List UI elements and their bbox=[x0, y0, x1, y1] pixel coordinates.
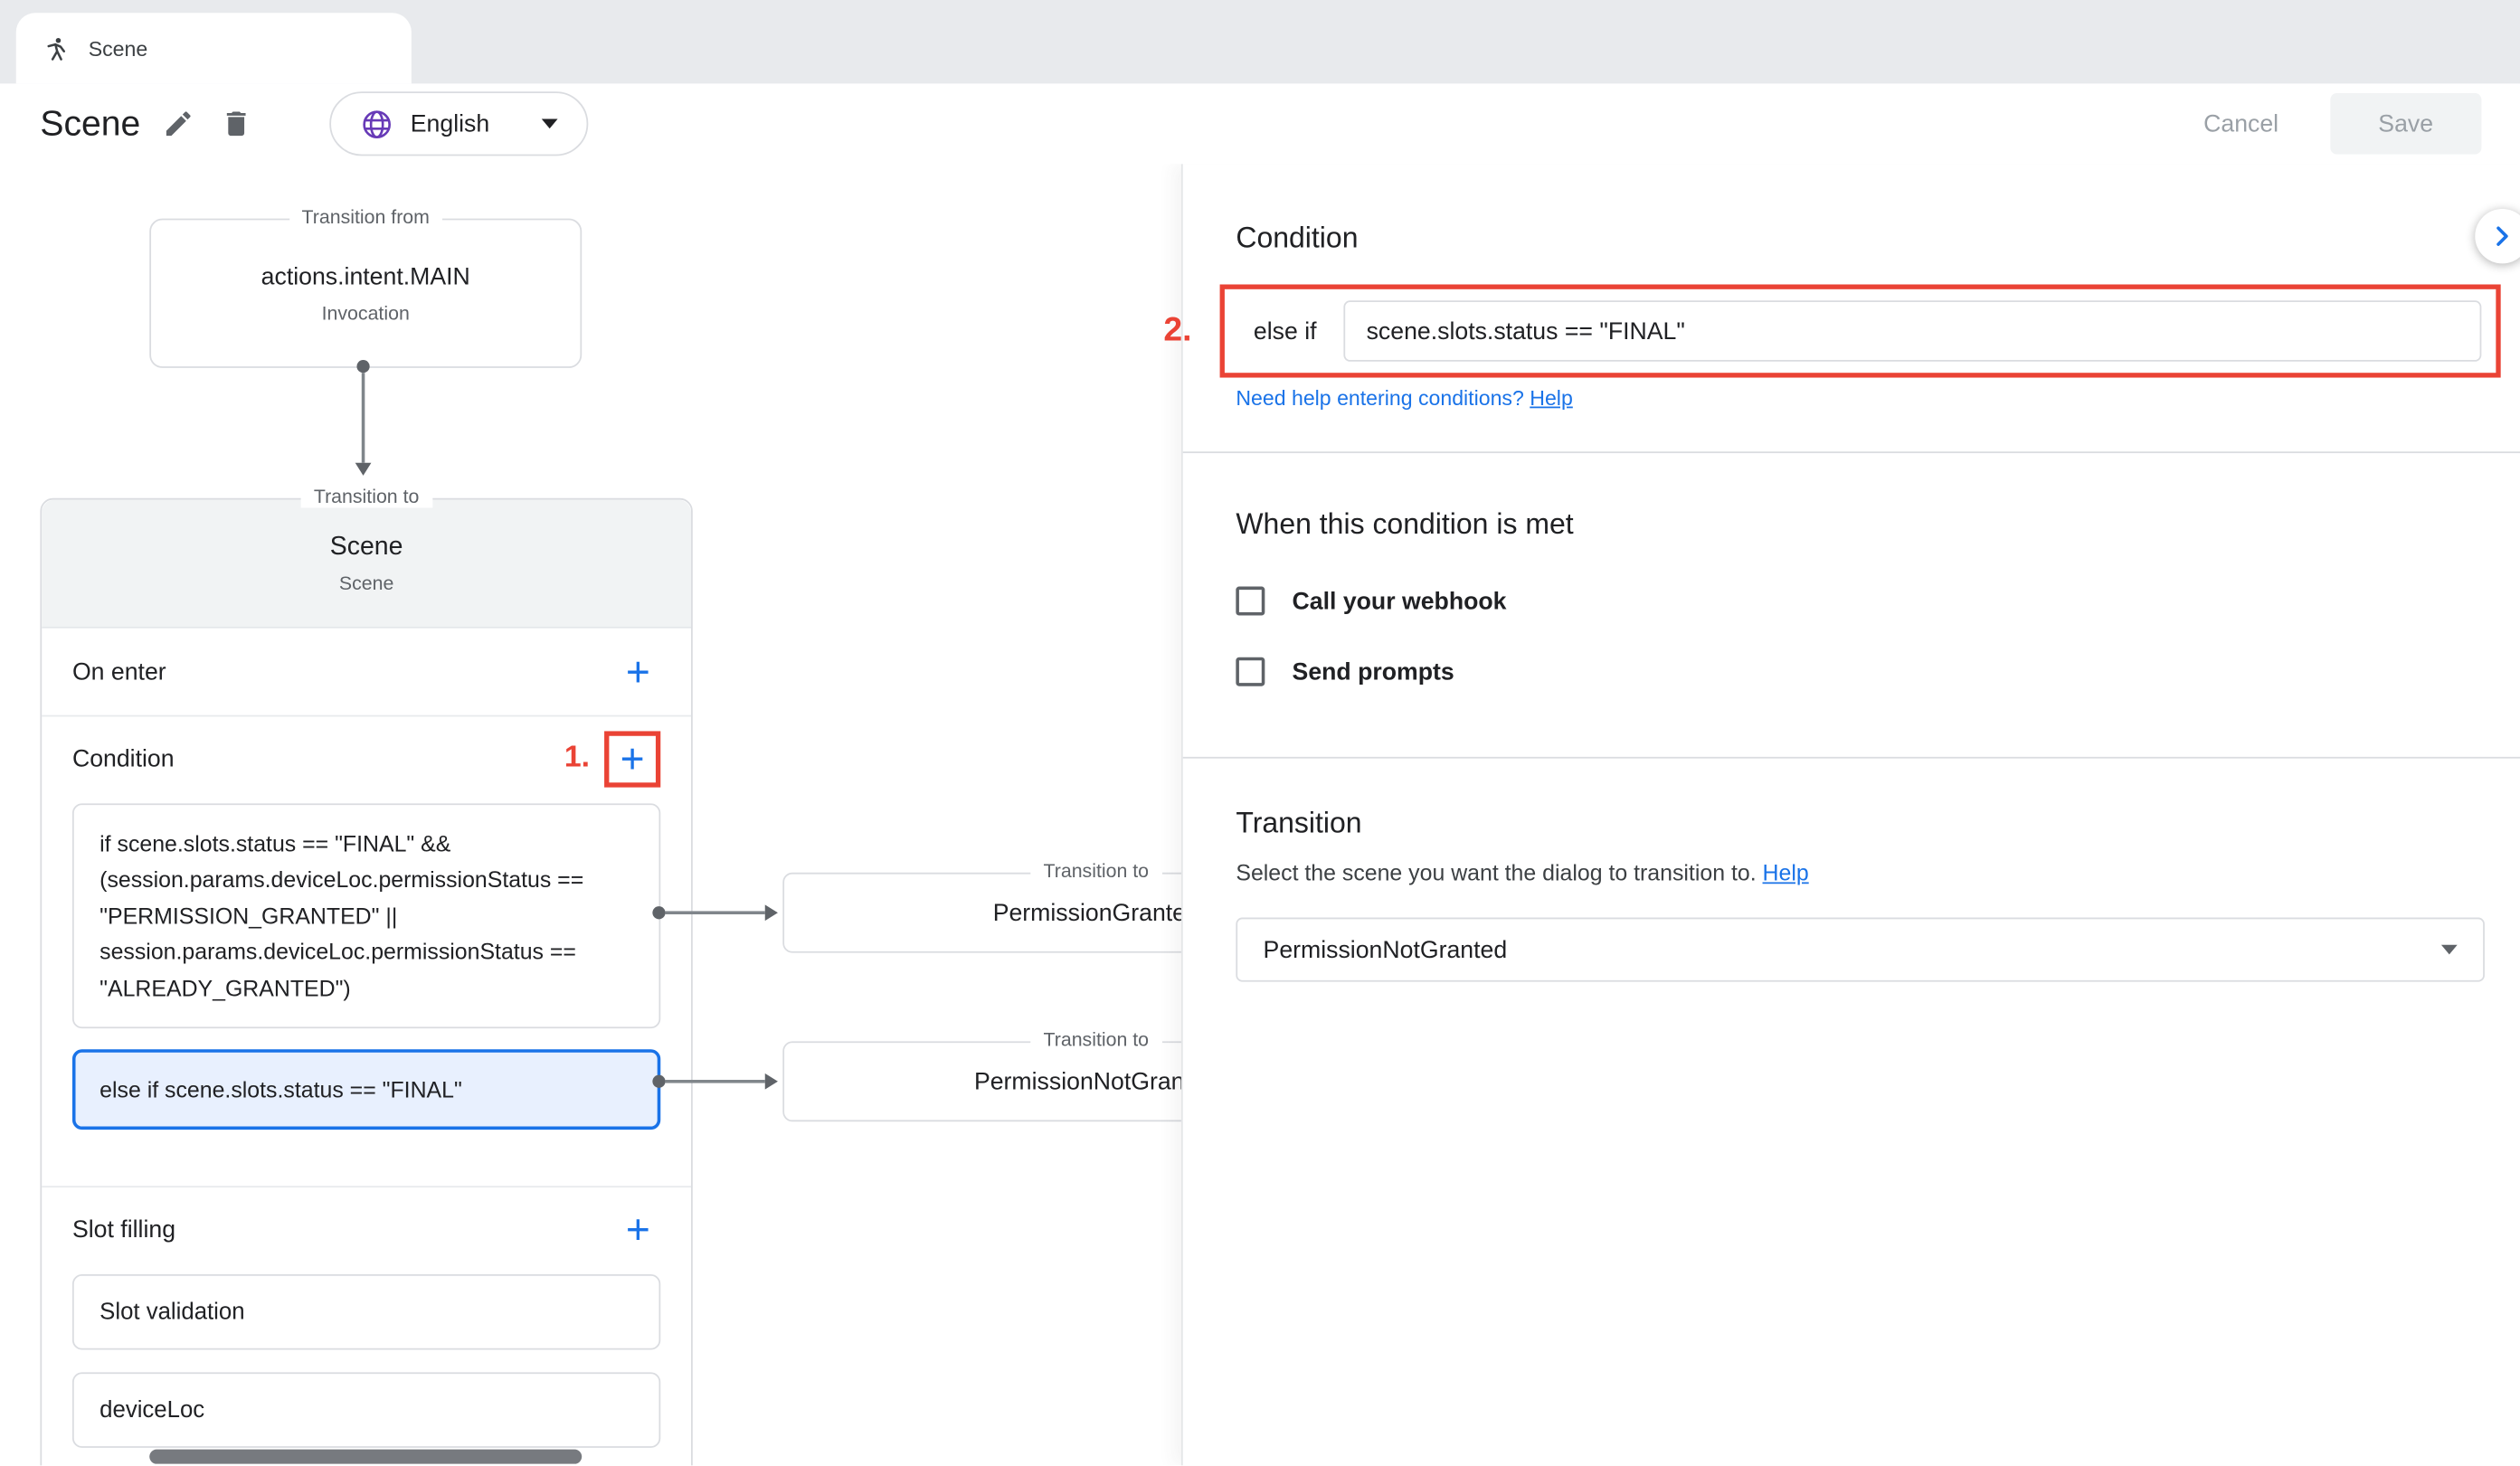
transition-from-legend: Transition from bbox=[289, 205, 442, 228]
connector-line bbox=[666, 1080, 765, 1083]
condition-section-label: Condition bbox=[72, 745, 175, 772]
trash-icon bbox=[221, 108, 253, 140]
scene-node-title: Scene bbox=[330, 533, 403, 562]
condition-help-line: Need help entering conditions? Help bbox=[1236, 385, 2485, 410]
slot-filling-label: Slot filling bbox=[72, 1216, 175, 1244]
cancel-button[interactable]: Cancel bbox=[2174, 93, 2307, 155]
connector-dot bbox=[652, 906, 665, 919]
transition-help-link[interactable]: Help bbox=[1763, 860, 1809, 885]
transition-scene-select[interactable]: PermissionNotGranted bbox=[1236, 918, 2485, 982]
page-title: Scene bbox=[40, 103, 140, 145]
edit-scene-button[interactable] bbox=[150, 95, 208, 153]
call-webhook-label: Call your webhook bbox=[1293, 587, 1507, 614]
browser-tab-scene[interactable]: Scene bbox=[16, 13, 412, 83]
globe-icon bbox=[361, 107, 394, 140]
add-condition-button[interactable]: + bbox=[610, 736, 655, 781]
main-area: Transition from actions.intent.MAIN Invo… bbox=[0, 164, 2520, 1465]
condition-help-text: Need help entering conditions? bbox=[1236, 385, 1523, 410]
condition-heading: Condition bbox=[1236, 222, 2485, 255]
scene-node-subtitle: Scene bbox=[339, 572, 393, 594]
condition-card-selected[interactable]: else if scene.slots.status == "FINAL" bbox=[72, 1049, 660, 1130]
target-legend: Transition to bbox=[1030, 1028, 1161, 1051]
transition-from-box[interactable]: Transition from actions.intent.MAIN Invo… bbox=[149, 219, 582, 368]
target-legend: Transition to bbox=[1030, 860, 1161, 883]
annotation-highlight-1: + bbox=[604, 731, 660, 787]
arrow-right-icon bbox=[765, 904, 778, 921]
actions-person-icon bbox=[42, 34, 69, 61]
actions-console-app: Scene Scene bbox=[0, 0, 2520, 1465]
transition-scene-value: PermissionNotGranted bbox=[1264, 936, 2441, 963]
condition-expression-input[interactable] bbox=[1344, 300, 2482, 362]
scene-card-header: Scene Scene bbox=[42, 500, 691, 629]
condition-editor-panel: Condition 2. else if Need help entering … bbox=[1181, 164, 2520, 1465]
annotation-step-2: 2. bbox=[1163, 312, 1191, 351]
delete-scene-button[interactable] bbox=[208, 95, 266, 153]
panel-divider bbox=[1183, 757, 2520, 759]
intent-name: actions.intent.MAIN bbox=[261, 263, 470, 290]
arrow-right-icon bbox=[765, 1073, 778, 1090]
when-met-heading: When this condition is met bbox=[1236, 507, 2485, 541]
save-button[interactable]: Save bbox=[2330, 93, 2481, 155]
annotation-highlight-2: 2. else if bbox=[1220, 284, 2501, 377]
tab-title: Scene bbox=[89, 36, 148, 61]
connector-line bbox=[666, 911, 765, 914]
connector-dot bbox=[652, 1075, 665, 1088]
call-webhook-row[interactable]: Call your webhook bbox=[1236, 587, 2485, 616]
transition-heading: Transition bbox=[1236, 807, 2485, 840]
condition-help-link[interactable]: Help bbox=[1530, 385, 1573, 410]
connector-line bbox=[362, 373, 365, 463]
condition-card-list: if scene.slots.status == "FINAL" && (ses… bbox=[42, 800, 691, 1130]
else-if-label: else if bbox=[1239, 317, 1344, 345]
add-on-enter-button[interactable]: + bbox=[616, 649, 661, 695]
browser-tabstrip: Scene bbox=[0, 0, 2520, 83]
send-prompts-row[interactable]: Send prompts bbox=[1236, 657, 2485, 686]
scene-node-card: Transition to Scene Scene On enter + Con… bbox=[40, 498, 692, 1466]
connector-dot bbox=[356, 360, 369, 373]
target-name: PermissionGranted bbox=[993, 899, 1199, 926]
transition-hint: Select the scene you want the dialog to … bbox=[1236, 860, 2485, 885]
intent-subtitle: Invocation bbox=[322, 301, 410, 324]
slot-card[interactable]: deviceLoc bbox=[72, 1373, 660, 1449]
canvas-horizontal-scrollbar[interactable] bbox=[149, 1450, 582, 1464]
send-prompts-label: Send prompts bbox=[1293, 658, 1454, 686]
condition-section: Condition 1. + bbox=[42, 716, 691, 799]
slot-filling-section: Slot filling + bbox=[42, 1188, 691, 1272]
send-prompts-checkbox[interactable] bbox=[1236, 657, 1265, 686]
chevron-down-icon bbox=[541, 118, 557, 128]
on-enter-label: On enter bbox=[72, 658, 166, 686]
annotation-step-1: 1. bbox=[564, 741, 590, 776]
slot-card-list: Slot validation deviceLoc bbox=[42, 1272, 691, 1448]
transition-hint-text: Select the scene you want the dialog to … bbox=[1236, 860, 1756, 885]
scene-toolbar: Scene English bbox=[0, 83, 2520, 164]
pencil-icon bbox=[163, 108, 195, 140]
condition-card[interactable]: if scene.slots.status == "FINAL" && (ses… bbox=[72, 803, 660, 1028]
scene-card-legend: Transition to bbox=[301, 486, 432, 508]
section-gap bbox=[42, 1151, 691, 1187]
add-slot-button[interactable]: + bbox=[616, 1207, 661, 1253]
chevron-right-icon bbox=[2487, 220, 2519, 252]
arrow-down-icon bbox=[355, 463, 372, 476]
call-webhook-checkbox[interactable] bbox=[1236, 587, 1265, 616]
panel-divider bbox=[1183, 451, 2520, 453]
on-enter-section: On enter + bbox=[42, 629, 691, 715]
language-selector[interactable]: English bbox=[330, 91, 588, 156]
language-value: English bbox=[411, 110, 489, 137]
chevron-down-icon bbox=[2441, 945, 2458, 955]
slot-card[interactable]: Slot validation bbox=[72, 1275, 660, 1351]
